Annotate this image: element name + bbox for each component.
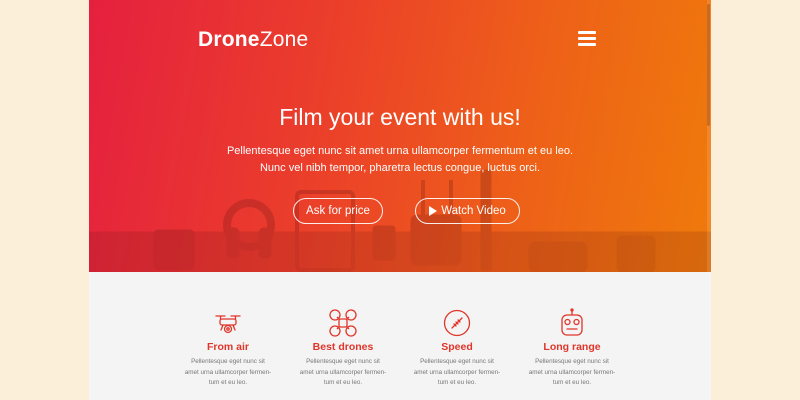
hero-section: DroneZone Film your event with us! Pelle… — [89, 0, 711, 272]
feature-description: Pellentesque eget nunc sit amet urna ull… — [288, 357, 398, 389]
feature-description-line: Pellentesque eget nunc sit — [535, 358, 609, 365]
feature-speed: Speed Pellentesque eget nunc sit amet ur… — [402, 308, 512, 389]
feature-title: From air — [206, 341, 249, 353]
feature-description: Pellentesque eget nunc sit amet urna ull… — [517, 357, 627, 389]
feature-title: Best drones — [312, 341, 374, 353]
remote-control-icon — [561, 308, 583, 336]
feature-description-line: Pellentesque eget nunc sit — [420, 358, 494, 365]
hero-description-line-1: Pellentesque eget nunc sit amet urna ull… — [226, 145, 574, 157]
feature-title: Long range — [543, 341, 601, 353]
watch-video-button[interactable]: Watch Video — [415, 198, 520, 224]
hero-background-image — [89, 169, 711, 272]
drone-icon — [215, 315, 241, 334]
feature-description: Pellentesque eget nunc sit amet urna ull… — [402, 357, 512, 389]
ask-for-price-label: Ask for price — [306, 205, 370, 217]
play-icon — [429, 206, 438, 216]
quadcopter-icon — [329, 309, 357, 337]
hamburger-icon[interactable] — [578, 31, 596, 47]
feature-description-line: tum et eu leo. — [437, 379, 477, 386]
feature-long-range: Long range Pellentesque eget nunc sit am… — [517, 308, 627, 389]
brand-logo[interactable]: DroneZone — [198, 28, 308, 52]
feature-description-line: Pellentesque eget nunc sit — [191, 358, 265, 365]
feature-description: Pellentesque eget nunc sit amet urna ull… — [173, 357, 283, 389]
feature-description-line: tum et eu leo. — [208, 379, 248, 386]
watch-video-label: Watch Video — [441, 205, 506, 217]
hero-description-line-2: Nunc vel nibh tempor, pharetra lectus co… — [259, 162, 541, 174]
feature-description-line: amet urna ullamcorper fermen- — [528, 368, 616, 376]
website-frame: DroneZone Film your event with us! Pelle… — [89, 0, 711, 400]
hero-title: Film your event with us! — [279, 104, 521, 130]
feature-description-line: tum et eu leo. — [552, 379, 592, 386]
features-section: From air Pellentesque eget nunc sit amet… — [89, 272, 711, 400]
hero-description: Pellentesque eget nunc sit amet urna ull… — [89, 143, 711, 177]
scrollbar-thumb[interactable] — [707, 4, 710, 126]
feature-description-line: amet urna ullamcorper fermen- — [413, 368, 501, 376]
feature-from-air: From air Pellentesque eget nunc sit amet… — [173, 308, 283, 389]
speed-icon — [443, 309, 471, 337]
feature-best-drones: Best drones Pellentesque eget nunc sit a… — [288, 308, 398, 389]
feature-description-line: amet urna ullamcorper fermen- — [184, 368, 272, 376]
feature-description-line: Pellentesque eget nunc sit — [306, 358, 380, 365]
feature-description-line: tum et eu leo. — [323, 379, 363, 386]
ask-for-price-button[interactable]: Ask for price — [293, 198, 383, 224]
feature-description-line: amet urna ullamcorper fermen- — [299, 368, 387, 376]
feature-title: Speed — [441, 341, 473, 353]
